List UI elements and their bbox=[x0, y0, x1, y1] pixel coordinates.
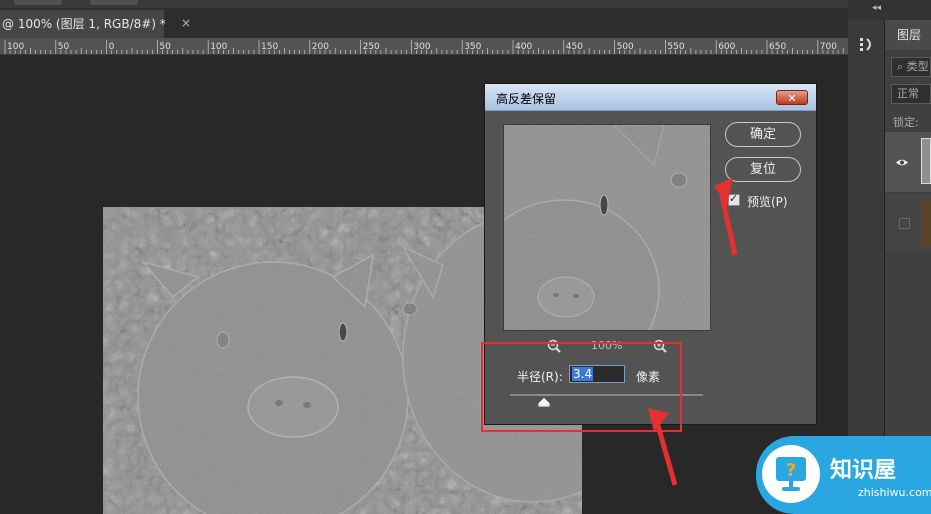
search-icon: ⌕ bbox=[897, 60, 904, 73]
watermark: ? 知识屋 zhishiwu.com bbox=[756, 436, 931, 514]
ruler-label: 100 bbox=[7, 42, 24, 52]
preview-checkbox[interactable] bbox=[728, 192, 740, 206]
layer-row-active[interactable] bbox=[885, 132, 931, 192]
preview-label: 预览(P) bbox=[747, 195, 788, 209]
layer-thumbnail bbox=[921, 200, 931, 246]
options-bar-strip bbox=[0, 0, 848, 8]
ruler-label: 500 bbox=[617, 42, 634, 52]
reset-button[interactable]: 复位 bbox=[725, 157, 801, 182]
close-icon: ✕ bbox=[787, 92, 797, 105]
watermark-brand: 知识屋 bbox=[830, 458, 897, 483]
dock-header: ◂◂ bbox=[848, 0, 931, 20]
watermark-site: zhishiwu.com bbox=[858, 486, 931, 499]
search-placeholder: 类型 bbox=[906, 60, 929, 73]
document-tab[interactable]: @ 100% (图层 1, RGB/8#) * bbox=[0, 10, 166, 38]
ruler-label: 400 bbox=[515, 42, 532, 52]
history-icon[interactable] bbox=[859, 36, 875, 54]
dialog-titlebar[interactable]: 高反差保留 ✕ bbox=[485, 84, 816, 111]
ruler-label: 450 bbox=[566, 42, 583, 52]
ruler-label: 50 bbox=[159, 42, 171, 52]
dialog-title: 高反差保留 bbox=[496, 92, 557, 106]
layer-search-field[interactable]: ⌕ 类型 bbox=[891, 57, 931, 77]
lock-label: 锁定: bbox=[893, 116, 919, 129]
ok-button[interactable]: 确定 bbox=[725, 122, 801, 147]
ruler-label: 150 bbox=[261, 42, 278, 52]
ruler-label: 200 bbox=[312, 42, 329, 52]
close-button[interactable]: ✕ bbox=[776, 90, 808, 105]
ruler-label: 650 bbox=[769, 42, 786, 52]
blend-mode-value: 正常 bbox=[897, 87, 919, 100]
ruler-label: 350 bbox=[464, 42, 481, 52]
document-tab-bar: @ 100% (图层 1, RGB/8#) * × bbox=[0, 8, 848, 39]
ruler-label: 300 bbox=[413, 42, 430, 52]
ruler-label: 600 bbox=[718, 42, 735, 52]
ruler-label: 50 bbox=[58, 42, 70, 52]
ruler-label: 250 bbox=[363, 42, 380, 52]
ruler-label: 550 bbox=[667, 42, 684, 52]
svg-text:?: ? bbox=[786, 460, 796, 481]
highlight-box bbox=[481, 342, 682, 432]
watermark-logo-icon: ? bbox=[762, 445, 820, 503]
ruler-label: 700 bbox=[820, 42, 837, 52]
options-button[interactable] bbox=[90, 0, 138, 5]
tab-layers[interactable]: 图层 bbox=[885, 20, 931, 50]
ruler-label: 100 bbox=[210, 42, 227, 52]
filter-preview[interactable] bbox=[503, 124, 711, 331]
options-button[interactable] bbox=[14, 0, 62, 5]
layer-thumbnail bbox=[921, 138, 931, 184]
eye-icon[interactable] bbox=[895, 158, 909, 167]
visibility-toggle[interactable] bbox=[899, 218, 910, 229]
ruler-label: 0 bbox=[109, 42, 115, 52]
layer-row[interactable] bbox=[885, 194, 931, 252]
close-icon[interactable]: × bbox=[181, 16, 191, 30]
horizontal-ruler: 100 50 0 50 100 150 200 250 300 350 400 450 500 550 60… bbox=[0, 38, 848, 55]
document-tab-label: @ 100% (图层 1, RGB/8#) * bbox=[2, 17, 166, 31]
blend-mode-select[interactable]: 正常 bbox=[891, 84, 931, 104]
collapse-icon[interactable]: ◂◂ bbox=[872, 3, 881, 13]
ruler-ticks: 100 50 0 50 100 150 200 250 300 350 400 450 500 550 60… bbox=[4, 40, 848, 54]
